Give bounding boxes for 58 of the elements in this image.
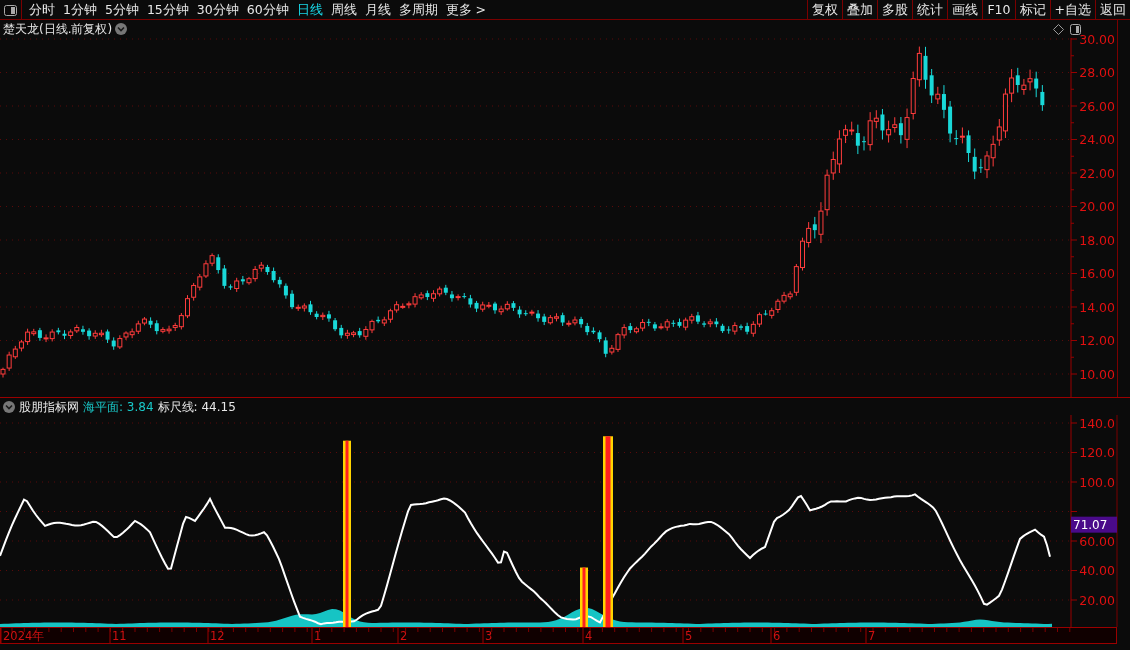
time-axis-label: 3 (485, 629, 493, 643)
indicator-axis-label: 120.0 (1079, 445, 1115, 460)
indicator-axis-label: 20.00 (1079, 592, 1115, 608)
period-tab[interactable]: 15分钟 (142, 0, 193, 19)
panel-toggle-icon[interactable] (4, 4, 17, 16)
period-tab[interactable]: 更多 > (441, 0, 491, 19)
time-axis-label: 7 (868, 629, 876, 643)
price-axis-label: 26.00 (1079, 98, 1115, 114)
toolbar-button[interactable]: 复权 (807, 0, 843, 19)
toolbar-button[interactable]: 标记 (1014, 0, 1050, 19)
time-axis-label: 12 (210, 629, 225, 643)
price-axis-label: 16.00 (1079, 266, 1115, 281)
time-axis-label: 6 (773, 629, 781, 643)
chart-title: 楚天龙(日线.前复权) (3, 21, 113, 38)
toolbar-button[interactable]: +自选 (1049, 0, 1095, 19)
price-axis-label: 12.00 (1079, 333, 1115, 348)
signal-bar (580, 567, 588, 627)
price-axis-label: 18.00 (1079, 232, 1115, 248)
period-tab[interactable]: 1分钟 (59, 0, 101, 19)
toolbar-button[interactable]: 返回 (1095, 0, 1130, 19)
time-axis-label: 2 (400, 629, 408, 643)
price-axis-label: 20.00 (1079, 199, 1115, 214)
period-tab[interactable]: 30分钟 (192, 0, 243, 19)
indicator-axis-label: 40.00 (1079, 563, 1115, 578)
diamond-icon[interactable] (1053, 23, 1064, 35)
period-tab[interactable]: 60分钟 (242, 0, 293, 19)
price-axis-label: 10.00 (1079, 366, 1115, 382)
panel-toggle-icon[interactable] (1070, 23, 1081, 35)
toolbar-button[interactable]: 统计 (912, 0, 948, 19)
period-tab[interactable]: 5分钟 (100, 0, 143, 19)
price-axis-label: 28.00 (1079, 65, 1115, 80)
price-axis-label: 30.00 (1079, 31, 1115, 47)
time-axis-label: 5 (685, 629, 693, 643)
price-axis-label: 22.00 (1079, 165, 1115, 181)
indicator-name: 股朋指标网 (19, 398, 79, 416)
indicator-axis-label: 100.0 (1079, 474, 1115, 490)
toolbar-button[interactable]: 多股 (877, 0, 913, 19)
period-tab[interactable]: 月线 (360, 0, 395, 19)
indicator-value: 海平面: 3.84 (83, 398, 154, 416)
time-axis-label: 4 (585, 629, 593, 643)
time-axis-label: 2024年 (3, 629, 45, 643)
period-tab[interactable]: 多周期 (394, 0, 442, 19)
period-tab[interactable]: 日线 (292, 0, 327, 19)
period-tab[interactable]: 周线 (326, 0, 361, 19)
chevron-down-icon[interactable] (115, 23, 128, 35)
toolbar-button[interactable]: 叠加 (842, 0, 878, 19)
price-axis-label: 14.00 (1079, 299, 1115, 315)
time-axis-label: 1 (314, 629, 322, 643)
indicator-axis-label: 60.00 (1079, 533, 1115, 549)
time-axis-label: 11 (112, 629, 127, 643)
indicator-value: 标尺线: 44.15 (157, 398, 236, 416)
toolbar-button[interactable]: 画线 (947, 0, 983, 19)
indicator-axis-label: 140.0 (1079, 415, 1115, 431)
price-axis-label: 24.00 (1079, 132, 1115, 147)
chevron-down-icon[interactable] (3, 400, 15, 413)
period-tab[interactable]: 分时 (25, 0, 59, 19)
current-value-badge: 71.07 (1071, 516, 1117, 533)
toolbar-button[interactable]: F10 (982, 0, 1015, 19)
